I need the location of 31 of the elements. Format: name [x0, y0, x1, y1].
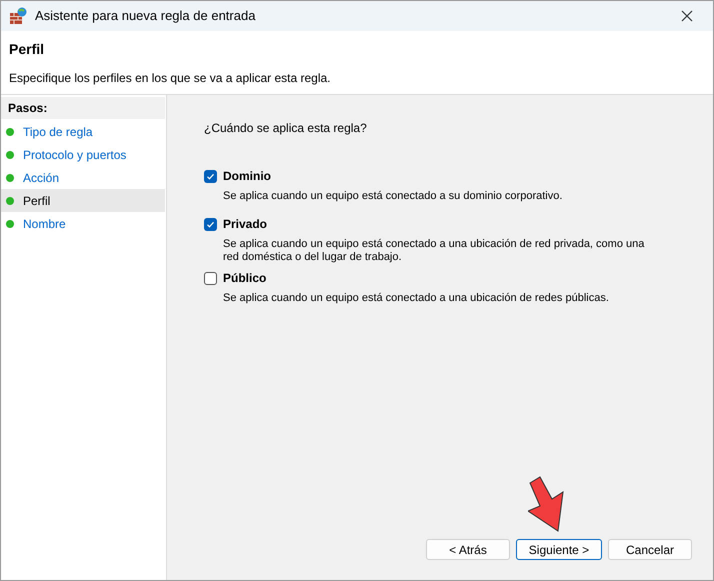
step-item[interactable]: Nombre [1, 212, 165, 235]
window-title: Asistente para nueva regla de entrada [35, 7, 256, 26]
step-item[interactable]: Protocolo y puertos [1, 143, 165, 166]
check-icon [206, 172, 215, 180]
option-description: Se aplica cuando un equipo está conectado a una ubicación de red privada, como una red doméstica o del lugar de trabajo. [223, 238, 646, 264]
option-description: Se aplica cuando un equipo está conectado a su dominio corporativo. [223, 190, 564, 203]
step-label: Nombre [23, 216, 66, 232]
wizard-button[interactable]: Cancelar [608, 539, 692, 560]
checkbox[interactable] [204, 218, 217, 230]
checkbox-label[interactable]: Público [223, 269, 266, 287]
wizard-button[interactable]: < Atrás [426, 539, 510, 560]
step-label: Acción [23, 170, 60, 186]
steps-header: Pasos: [1, 97, 165, 119]
option-description: Se aplica cuando un equipo está conectado a una ubicación de redes públicas. [223, 292, 610, 305]
close-icon[interactable] [681, 10, 693, 22]
step-label: Perfil [23, 192, 50, 210]
step-label: Tipo de regla [23, 124, 93, 140]
step-item[interactable]: Perfil [1, 189, 165, 212]
checkbox[interactable] [204, 170, 217, 182]
question-text: ¿Cuándo se aplica esta regla? [204, 120, 368, 137]
checkbox[interactable] [204, 272, 217, 284]
check-icon [206, 220, 215, 228]
checkbox-label[interactable]: Dominio [223, 167, 271, 185]
wizard-button[interactable]: Siguiente > [516, 539, 602, 560]
checkbox-label[interactable]: Privado [223, 215, 268, 233]
firewall-icon [9, 7, 27, 25]
page-description: Especifique los perfiles en los que se va a aplicar esta regla. [9, 70, 332, 87]
step-item[interactable]: Tipo de regla [1, 120, 165, 143]
page-title: Perfil [9, 40, 46, 59]
step-label: Protocolo y puertos [23, 146, 126, 164]
step-item[interactable]: Acción [1, 166, 165, 189]
